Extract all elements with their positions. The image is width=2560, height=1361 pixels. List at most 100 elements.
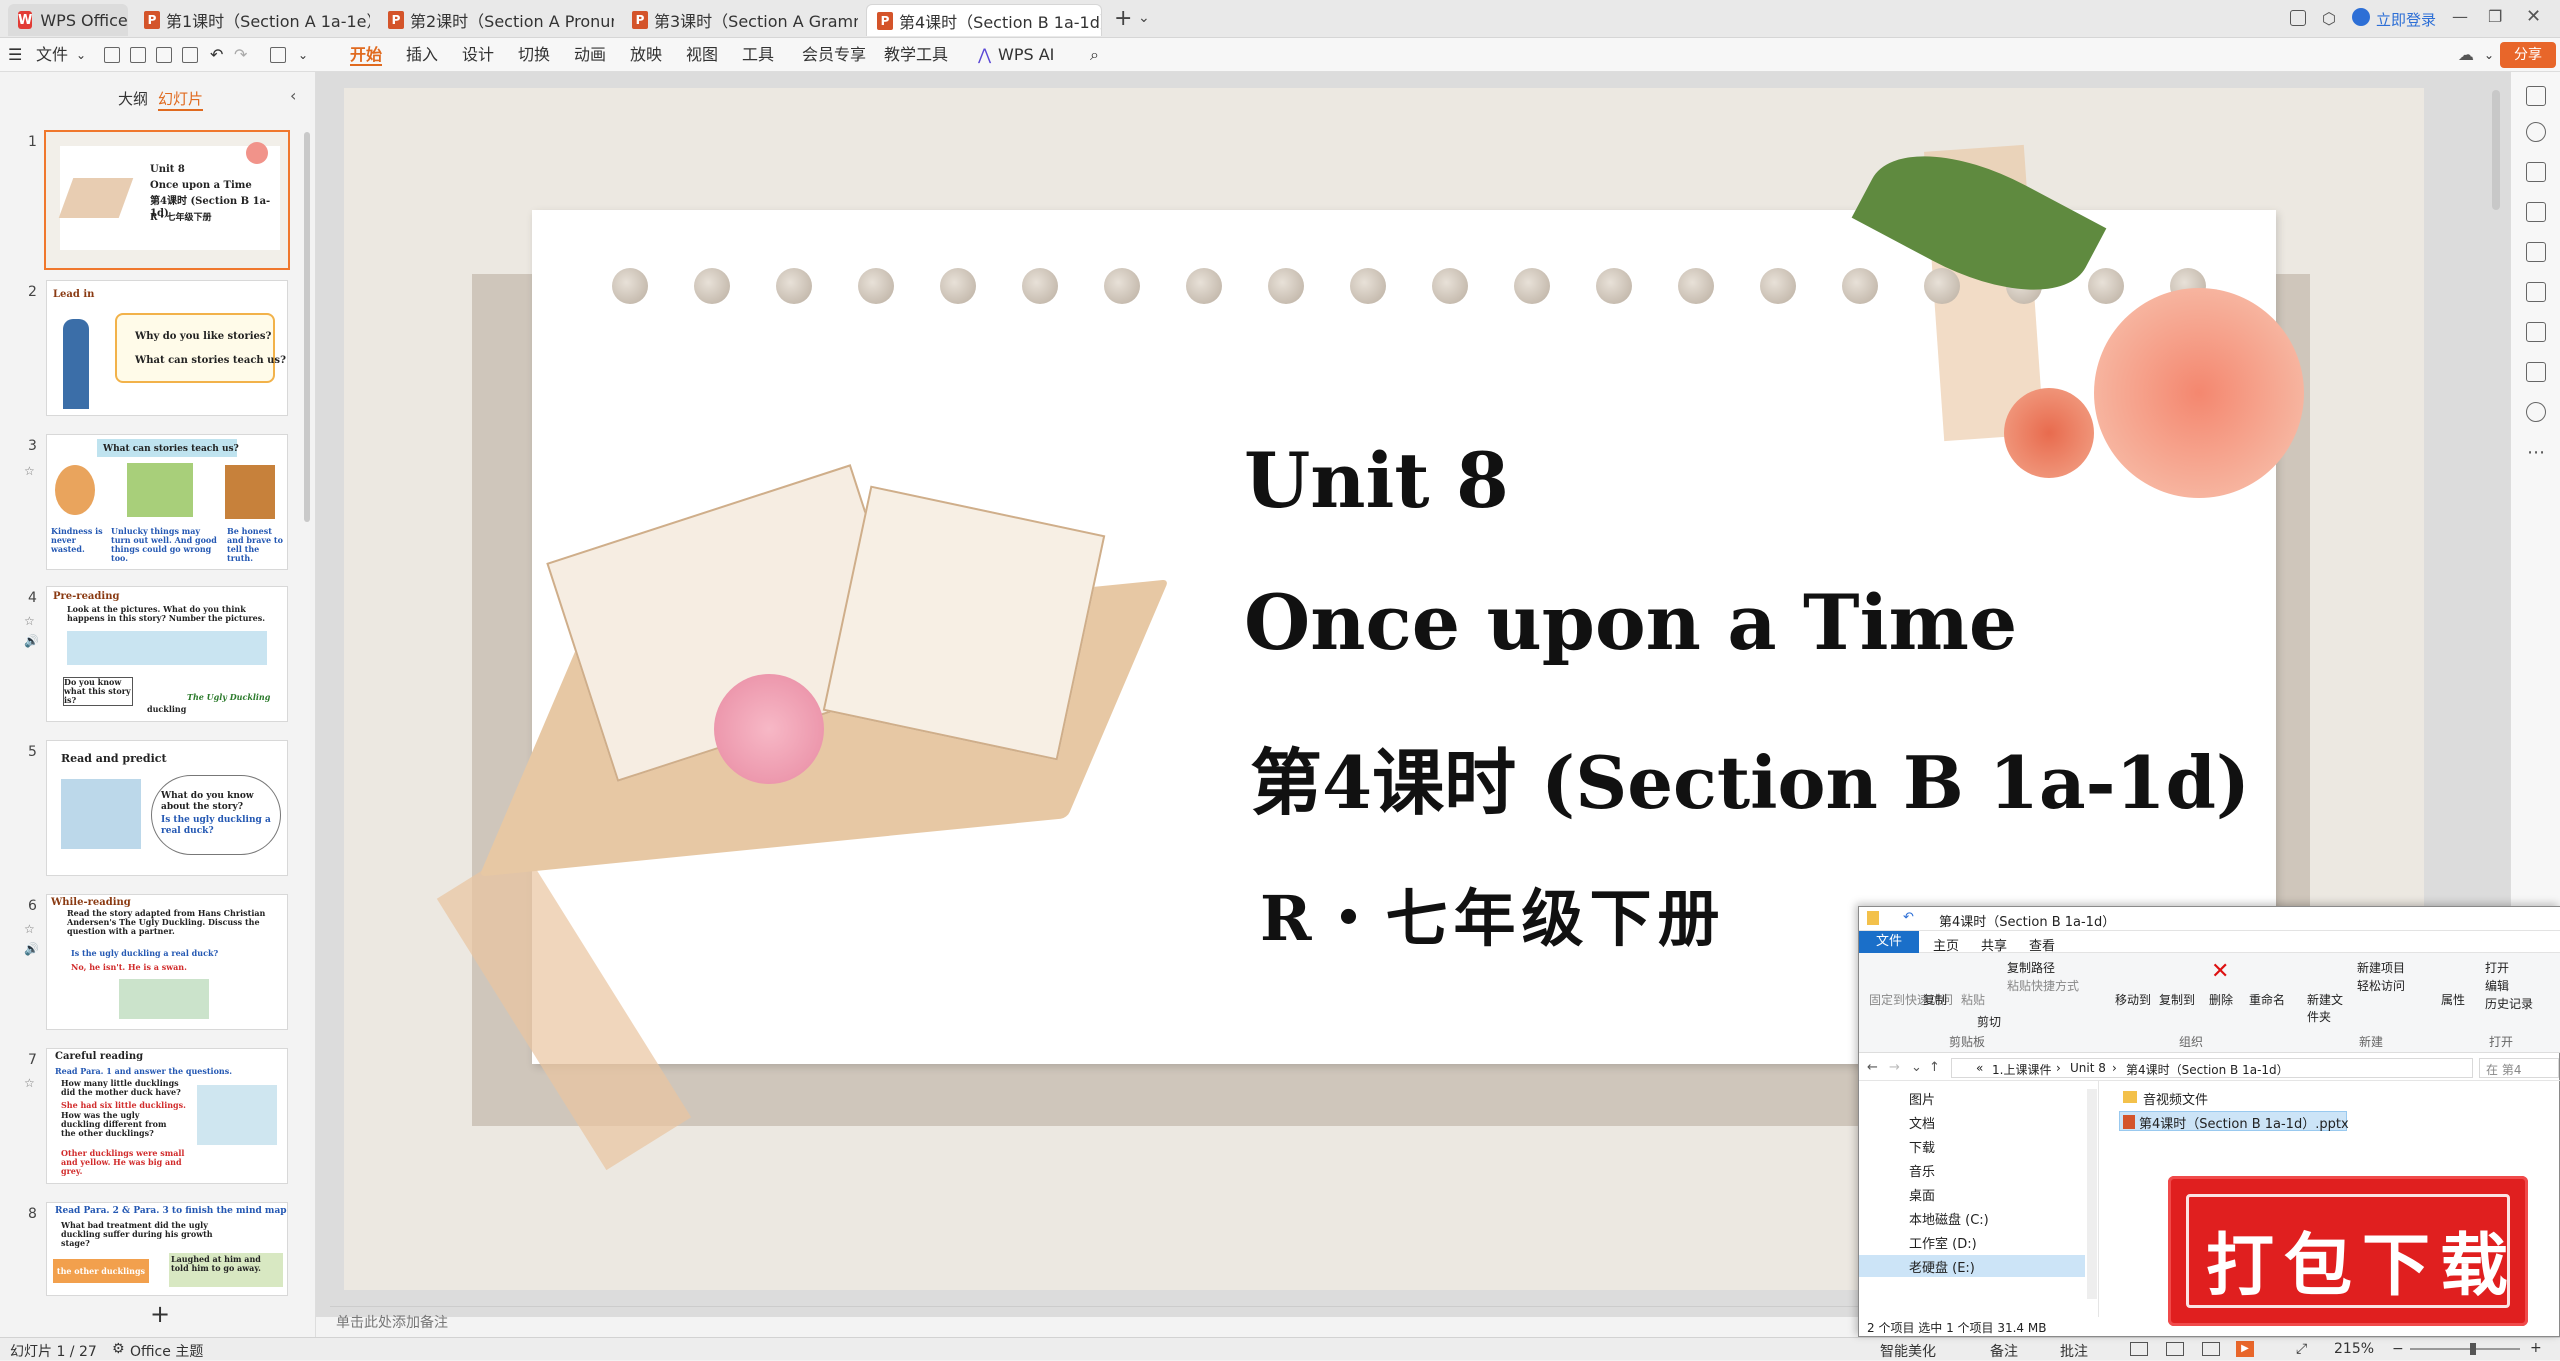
tab-document-3[interactable]: P第3课时（Section A Grammar Focu: [622, 4, 858, 36]
collapse-panel-icon[interactable]: ‹: [290, 86, 296, 105]
slide-thumbnail-2[interactable]: Lead in Why do you like stories? What ca…: [46, 280, 288, 416]
canvas-scrollbar[interactable]: [2492, 90, 2500, 210]
zoom-level[interactable]: 215%: [2334, 1341, 2374, 1357]
open-button[interactable]: 打开: [2485, 959, 2509, 976]
paste-shortcut-button[interactable]: 粘贴快捷方式: [2007, 977, 2079, 994]
new-item-button[interactable]: 新建项目: [2357, 959, 2405, 976]
smart-beautify-button[interactable]: 智能美化: [1880, 1341, 1936, 1361]
nav-scrollbar[interactable]: [2087, 1089, 2097, 1299]
slide-thumbnail-3[interactable]: What can stories teach us? Kindness is n…: [46, 434, 288, 570]
slide-thumbnail-8[interactable]: Read Para. 2 & Para. 3 to finish the min…: [46, 1202, 288, 1296]
delete-icon[interactable]: ✕: [2211, 959, 2229, 984]
more-icon[interactable]: ⋯: [2527, 442, 2545, 463]
book-icon[interactable]: [2526, 322, 2546, 342]
slide-thumbnail-7[interactable]: Careful reading Read Para. 1 and answer …: [46, 1048, 288, 1184]
avatar[interactable]: [2352, 8, 2370, 26]
cube-icon[interactable]: ⬡: [2322, 9, 2336, 28]
nav-item[interactable]: 下载: [1909, 1137, 1935, 1156]
tab-view[interactable]: 查看: [2029, 935, 2055, 954]
chevron-down-icon[interactable]: ⌄: [1138, 10, 1150, 26]
forward-icon[interactable]: →: [1889, 1060, 1900, 1075]
undo-icon[interactable]: ↶: [1903, 910, 1914, 925]
file-item[interactable]: 第4课时（Section B 1a-1d）.pptx: [2139, 1113, 2349, 1132]
slide-thumbnail-4[interactable]: Pre-reading Look at the pictures. What d…: [46, 586, 288, 722]
file-menu[interactable]: 文件: [36, 44, 68, 66]
export-icon[interactable]: [130, 47, 146, 63]
tab-animation[interactable]: 动画: [574, 44, 606, 66]
redo-icon[interactable]: ↷: [234, 44, 247, 66]
chevron-down-icon[interactable]: ⌄: [1911, 1060, 1922, 1075]
slide-lesson-subtitle[interactable]: 第4课时 (Section B 1a-1d): [1250, 724, 2250, 829]
tab-design[interactable]: 设计: [462, 44, 494, 66]
zoom-out-icon[interactable]: −: [2392, 1341, 2404, 1357]
chevron-down-icon[interactable]: ⌄: [2484, 44, 2494, 66]
preview-icon[interactable]: [182, 47, 198, 63]
paste-button[interactable]: 粘贴: [1961, 991, 1985, 1008]
delete-button[interactable]: 删除: [2209, 991, 2233, 1008]
slide-grade-label[interactable]: R・七年级下册: [1260, 868, 1726, 958]
tab-slides[interactable]: 幻灯片: [158, 88, 204, 111]
nav-item[interactable]: 老硬盘 (E:): [1909, 1257, 1975, 1276]
window-layout-icon[interactable]: [2290, 10, 2306, 26]
path-segment[interactable]: 第4课时（Section B 1a-1d）: [2126, 1061, 2289, 1078]
login-link[interactable]: 立即登录: [2376, 9, 2436, 30]
tab-document-4[interactable]: P第4课时（Section B 1a-1d）.✕: [866, 4, 1102, 36]
help-icon[interactable]: [2526, 402, 2546, 422]
address-bar[interactable]: « 1.上课课件 › Unit 8 › 第4课时（Section B 1a-1d…: [1951, 1058, 2473, 1078]
minimize-icon[interactable]: —: [2452, 7, 2468, 26]
add-slide-button[interactable]: +: [150, 1300, 170, 1328]
tab-transition[interactable]: 切换: [518, 44, 550, 66]
window-close-icon[interactable]: ✕: [2526, 6, 2541, 27]
star-icon[interactable]: [2526, 162, 2546, 182]
file-item[interactable]: 音视频文件: [2143, 1089, 2208, 1108]
slide-sorter-icon[interactable]: [2166, 1342, 2184, 1356]
new-tab-icon[interactable]: +: [1114, 6, 1132, 31]
chevron-down-icon[interactable]: ⌄: [298, 44, 308, 66]
slide-main-title[interactable]: Once upon a Time: [1244, 578, 2017, 667]
fit-icon[interactable]: ⤢: [2296, 1341, 2307, 1357]
nav-item[interactable]: 工作室 (D:): [1909, 1233, 1977, 1252]
format-painter-icon[interactable]: [270, 47, 286, 63]
rename-button[interactable]: 重命名: [2249, 991, 2285, 1008]
wps-ai-button[interactable]: WPS AI: [998, 44, 1054, 66]
maximize-icon[interactable]: ❐: [2488, 7, 2502, 26]
copy-button[interactable]: 复制: [1923, 991, 1947, 1008]
comment-button[interactable]: 批注: [2060, 1341, 2088, 1361]
properties-icon[interactable]: [2526, 86, 2546, 106]
tab-outline[interactable]: 大纲: [118, 88, 148, 109]
move-to-button[interactable]: 移动到: [2115, 991, 2151, 1008]
slide-thumbnail-5[interactable]: Read and predict What do you know about …: [46, 740, 288, 876]
panel-scrollbar[interactable]: [304, 132, 310, 522]
nav-item[interactable]: 音乐: [1909, 1161, 1935, 1180]
tab-insert[interactable]: 插入: [406, 44, 438, 66]
print-icon[interactable]: [156, 47, 172, 63]
theme-label[interactable]: Office 主题: [130, 1341, 203, 1361]
tab-view[interactable]: 视图: [686, 44, 718, 66]
tab-home[interactable]: 开始: [350, 44, 383, 66]
tab-home[interactable]: 主页: [1933, 935, 1959, 954]
tab-document-2[interactable]: P第2课时（Section A Pronunciation: [378, 4, 614, 36]
tab-wps-office[interactable]: W WPS Office: [8, 4, 128, 36]
edit-button[interactable]: 编辑: [2485, 977, 2509, 994]
back-icon[interactable]: ←: [1867, 1060, 1878, 1075]
zoom-slider[interactable]: [2410, 1348, 2520, 1350]
cut-button[interactable]: 剪切: [1977, 1013, 2001, 1030]
share-button[interactable]: 分享: [2500, 42, 2556, 68]
tab-document-1[interactable]: P第1课时（Section A 1a-1e）.pptx: [134, 4, 370, 36]
tab-slideshow[interactable]: 放映: [630, 44, 662, 66]
properties-button[interactable]: 属性: [2441, 991, 2465, 1008]
tab-file[interactable]: 文件: [1859, 931, 1919, 953]
search-input[interactable]: 在 第4: [2479, 1058, 2559, 1078]
history-button[interactable]: 历史记录: [2485, 995, 2533, 1012]
up-icon[interactable]: ↑: [1929, 1060, 1940, 1075]
easy-access-button[interactable]: 轻松访问: [2357, 977, 2405, 994]
search-icon[interactable]: ⌕: [1090, 44, 1099, 66]
nav-item[interactable]: 本地磁盘 (C:): [1909, 1209, 1989, 1228]
settings-icon[interactable]: [2526, 122, 2546, 142]
tab-membership[interactable]: 会员专享: [802, 44, 866, 66]
slide-thumbnail-6[interactable]: While-reading Read the story adapted fro…: [46, 894, 288, 1030]
save-icon[interactable]: [104, 47, 120, 63]
copy-to-button[interactable]: 复制到: [2159, 991, 2195, 1008]
copy-icon[interactable]: [2526, 202, 2546, 222]
image-icon[interactable]: [2526, 242, 2546, 262]
